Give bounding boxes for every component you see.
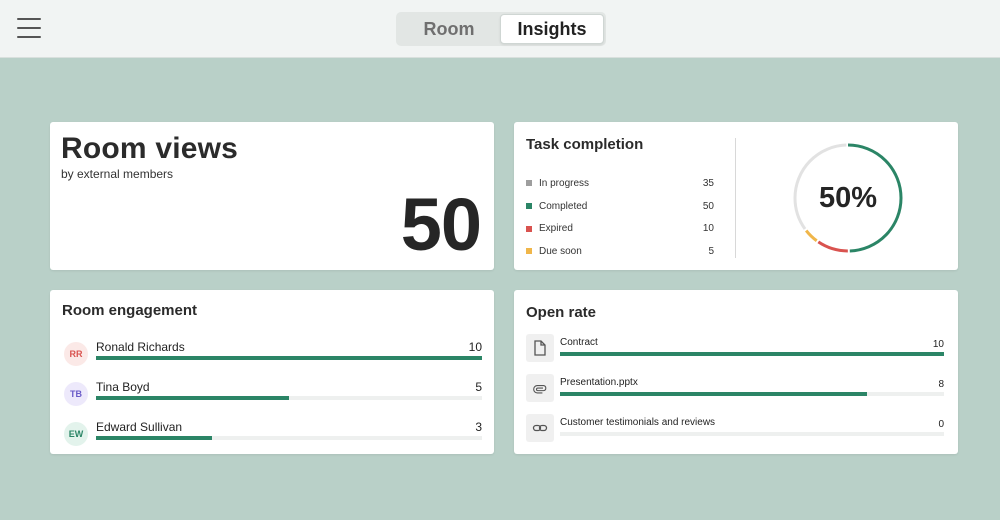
- member-views: 5: [475, 380, 482, 394]
- file-name: Customer testimonials and reviews: [560, 417, 716, 428]
- paperclip-icon[interactable]: [526, 374, 554, 402]
- tab-room[interactable]: Room: [398, 14, 500, 44]
- legend-item: Expired 10: [526, 217, 714, 240]
- progress-track: [96, 436, 482, 440]
- legend-label: Due soon: [539, 245, 582, 257]
- document-icon[interactable]: [526, 334, 554, 362]
- engagement-row[interactable]: TB Tina Boyd 5: [62, 378, 482, 414]
- avatar: TB: [64, 382, 88, 406]
- task-legend: In progress 35 Completed 50 Expired 10 D…: [526, 172, 714, 263]
- room-engagement-card: Room engagement RR Ronald Richards 10 TB…: [50, 290, 494, 454]
- file-row[interactable]: Customer testimonials and reviews 0: [526, 414, 944, 450]
- completion-percent: 50%: [818, 181, 878, 214]
- avatar: EW: [64, 422, 88, 446]
- legend-label: Completed: [539, 200, 588, 212]
- legend-label: In progress: [539, 177, 590, 189]
- completion-donut: 50%: [792, 142, 904, 254]
- divider: [735, 138, 736, 258]
- room-views-subtitle: by external members: [61, 167, 174, 181]
- legend-swatch: [526, 203, 532, 210]
- legend-label: Expired: [539, 223, 573, 235]
- progress-track: [560, 392, 944, 396]
- legend-item: Completed 50: [526, 195, 714, 218]
- file-opens: 8: [938, 379, 944, 390]
- legend-value: 35: [702, 177, 714, 189]
- file-row[interactable]: Contract 10: [526, 334, 944, 370]
- engagement-row[interactable]: EW Edward Sullivan 3: [62, 418, 482, 454]
- progress-track: [96, 356, 482, 360]
- task-completion-title: Task completion: [526, 136, 644, 153]
- file-opens: 10: [932, 339, 944, 350]
- member-name: Ronald Richards: [96, 340, 185, 354]
- progress-fill: [96, 436, 212, 440]
- legend-value: 10: [702, 223, 714, 235]
- legend-item: Due soon 5: [526, 240, 714, 263]
- legend-item: In progress 35: [526, 172, 714, 195]
- progress-fill: [560, 392, 868, 396]
- file-name: Presentation.pptx: [560, 377, 638, 388]
- legend-value: 5: [708, 245, 714, 257]
- legend-value: 50: [702, 200, 714, 212]
- progress-track: [96, 396, 482, 400]
- progress-fill: [96, 356, 482, 360]
- progress-fill: [560, 352, 944, 356]
- progress-track: [560, 352, 944, 356]
- room-engagement-title: Room engagement: [62, 302, 198, 319]
- open-rate-title: Open rate: [526, 304, 597, 321]
- view-switcher: Room Insights: [396, 12, 606, 46]
- top-bar: Room Insights: [0, 0, 1000, 58]
- file-name: Contract: [560, 337, 598, 348]
- member-views: 3: [475, 420, 482, 434]
- file-opens: 0: [938, 419, 944, 430]
- link-icon[interactable]: [526, 414, 554, 442]
- open-rate-card: Open rate Contract 10 Presentation.pptx …: [514, 290, 958, 454]
- member-views: 10: [468, 340, 482, 354]
- member-name: Tina Boyd: [96, 380, 150, 394]
- engagement-row[interactable]: RR Ronald Richards 10: [62, 338, 482, 374]
- hamburger-menu-icon[interactable]: [17, 18, 41, 38]
- legend-swatch: [526, 180, 532, 187]
- legend-swatch: [526, 225, 532, 232]
- file-row[interactable]: Presentation.pptx 8: [526, 374, 944, 410]
- tab-insights[interactable]: Insights: [500, 14, 604, 44]
- room-views-card: Room views by external members 50: [50, 122, 494, 270]
- progress-fill: [96, 396, 289, 400]
- avatar: RR: [64, 342, 88, 366]
- legend-swatch: [526, 248, 532, 255]
- member-name: Edward Sullivan: [96, 420, 183, 434]
- room-views-count: 50: [400, 183, 482, 266]
- room-views-title: Room views: [61, 132, 239, 165]
- task-completion-card: Task completion In progress 35 Completed…: [514, 122, 958, 270]
- progress-track: [560, 432, 944, 436]
